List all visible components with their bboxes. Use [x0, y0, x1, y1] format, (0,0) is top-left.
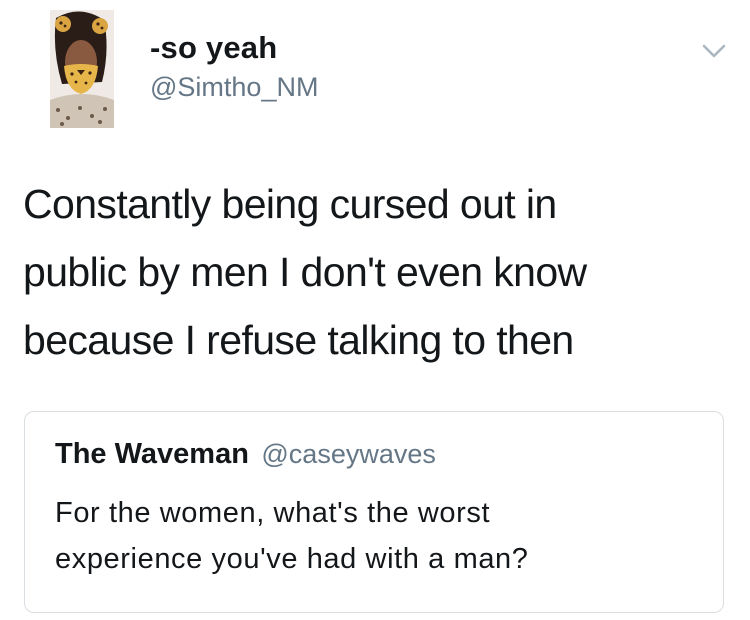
tweet-text-line: because I refuse talking to then	[23, 317, 574, 363]
quoted-tweet-text-line: experience you've had with a man?	[55, 543, 529, 575]
quoted-author-display-name: The Waveman	[55, 438, 249, 470]
chevron-down-icon	[702, 44, 726, 58]
tweet-text-line: public by men I don't even know	[23, 249, 587, 295]
quoted-tweet-card[interactable]: The Waveman @caseywaves For the women, w…	[24, 411, 724, 613]
tweet-text-line: Constantly being cursed out in	[23, 181, 557, 227]
quoted-tweet-text-line: For the women, what's the worst	[55, 497, 491, 529]
avatar-photo-icon	[50, 10, 114, 128]
author-display-name[interactable]: -so yeah	[150, 30, 277, 66]
quoted-tweet-text: For the women, what's the worst experien…	[55, 490, 705, 582]
author-avatar[interactable]	[50, 10, 114, 128]
tweet-text: Constantly being cursed out in public by…	[23, 170, 743, 374]
quoted-tweet-header: The Waveman @caseywaves	[55, 438, 436, 471]
author-handle[interactable]: @Simtho_NM	[150, 72, 318, 103]
quoted-author-handle: @caseywaves	[261, 439, 436, 469]
tweet-options-button[interactable]	[699, 40, 729, 62]
